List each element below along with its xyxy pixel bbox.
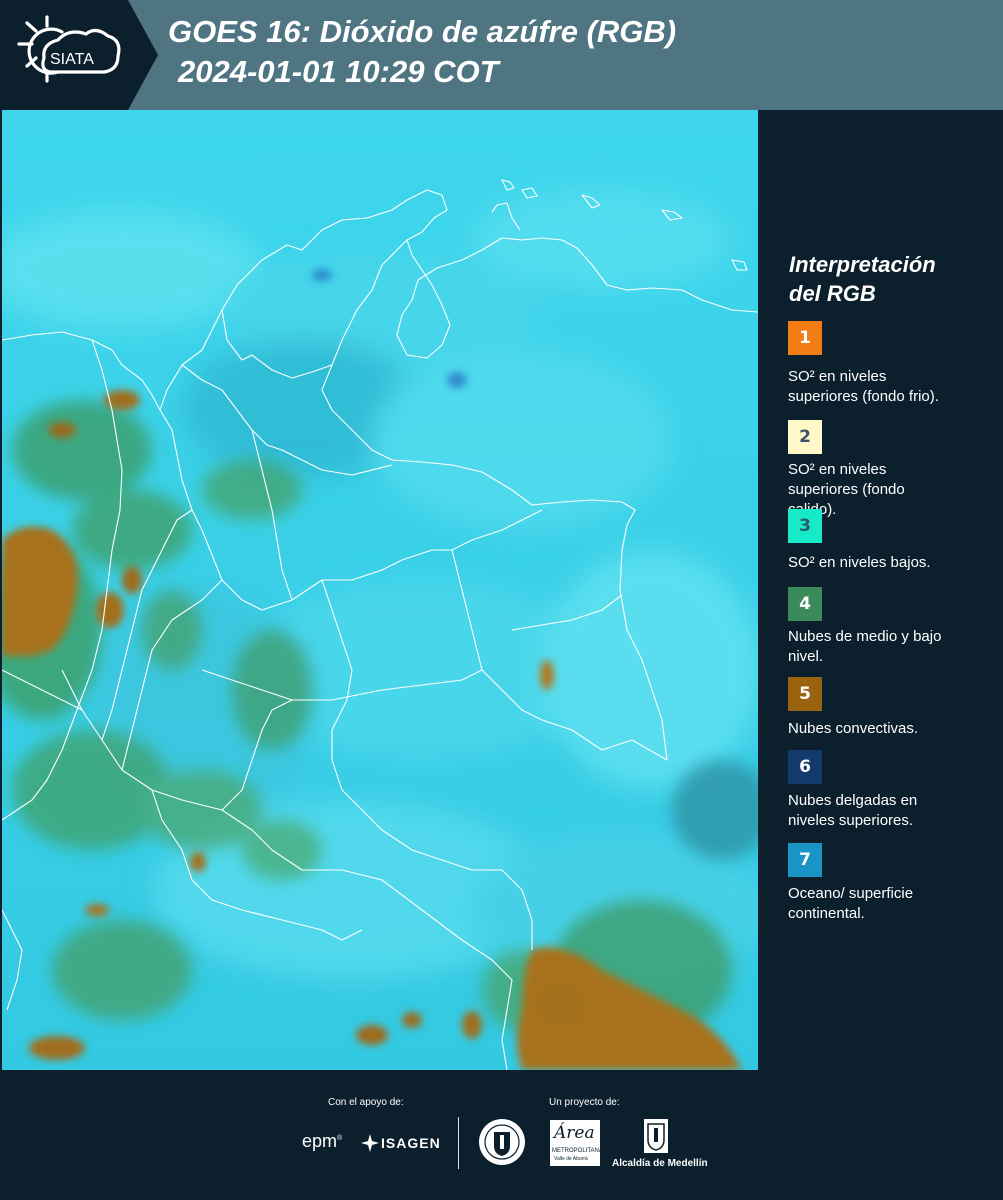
- legend-title-line2: del RGB: [789, 281, 876, 306]
- legend-title-line1: Interpretación: [789, 252, 936, 277]
- footer: Con el apoyo de: Un proyecto de: epm® IS…: [0, 1070, 1003, 1200]
- page-title: GOES 16: Dióxido de azúfre (RGB): [168, 14, 677, 49]
- legend-text-1: SO² en niveles superiores (fondo frio).: [788, 367, 978, 407]
- siata-sun-cloud-icon: SIATA: [17, 15, 121, 83]
- legend-text-line: superiores (fondo frio).: [788, 388, 939, 405]
- legend-swatch-2: 2: [788, 420, 822, 454]
- area-metropolitana-logo: Área METROPOLITANA Valle de Aburrá: [550, 1120, 603, 1166]
- logo-arrow-shape: [128, 0, 158, 110]
- legend-number: 3: [799, 516, 811, 536]
- legend-text-line: Oceano/ superficie: [788, 885, 914, 902]
- legend-swatch-3: 3: [788, 509, 822, 543]
- legend-text-6: Nubes delgadas en niveles superiores.: [788, 791, 978, 831]
- legend-text-4: Nubes de medio y bajo nivel.: [788, 627, 978, 667]
- siata-logo: SIATA: [0, 0, 128, 110]
- legend-number: 2: [799, 427, 811, 447]
- legend-text-3: SO² en niveles bajos.: [788, 553, 978, 573]
- isagen-star-icon: [360, 1133, 380, 1153]
- satellite-rgb-map: [2, 110, 758, 1070]
- support-label: Con el apoyo de:: [328, 1097, 404, 1108]
- epm-logo-text: epm: [302, 1131, 338, 1151]
- legend-title: Interpretación del RGB: [789, 250, 989, 308]
- area-logo-sub2: Valle de Aburrá: [554, 1156, 588, 1162]
- legend-text-line: SO² en niveles: [788, 461, 887, 478]
- legend-text-line: SO² en niveles: [788, 368, 887, 385]
- siata-logo-text: SIATA: [50, 51, 94, 68]
- legend-number: 6: [799, 757, 811, 777]
- area-logo-text: Área: [554, 1123, 595, 1143]
- legend-panel: Interpretación del RGB 1 SO² en niveles su…: [760, 110, 1003, 1070]
- project-label: Un proyecto de:: [549, 1097, 620, 1108]
- legend-number: 4: [799, 594, 811, 614]
- page-timestamp: 2024-01-01 10:29 COT: [178, 54, 499, 89]
- isagen-logo-text: ISAGEN: [381, 1135, 441, 1151]
- epm-logo: epm®: [302, 1131, 343, 1151]
- legend-text-line: superiores (fondo: [788, 481, 905, 498]
- footer-divider: [458, 1117, 459, 1169]
- legend-number: 1: [799, 328, 811, 348]
- legend-text-line: Nubes convectivas.: [788, 720, 919, 737]
- legend-swatch-7: 7: [788, 843, 822, 877]
- legend-swatch-1: 1: [788, 321, 822, 355]
- legend-number: 7: [799, 850, 811, 870]
- satellite-image: [2, 110, 758, 1070]
- legend-text-line: niveles superiores.: [788, 812, 914, 829]
- legend-swatch-6: 6: [788, 750, 822, 784]
- medellin-seal-icon: [478, 1118, 526, 1166]
- legend-number: 5: [799, 684, 811, 704]
- alcaldia-logo-text: Alcaldía de Medellín: [612, 1158, 708, 1169]
- legend-text-7: Oceano/ superficie continental.: [788, 884, 978, 924]
- legend-swatch-5: 5: [788, 677, 822, 711]
- legend-text-line: continental.: [788, 905, 865, 922]
- legend-text-line: nivel.: [788, 648, 824, 665]
- header: SIATA GOES 16: Dióxido de azúfre (RGB) 2…: [0, 0, 1003, 110]
- legend-swatch-4: 4: [788, 587, 822, 621]
- area-logo-sub1: METROPOLITANA: [552, 1148, 603, 1154]
- legend-text-5: Nubes convectivas.: [788, 719, 978, 739]
- legend-text-line: Nubes delgadas en: [788, 792, 918, 809]
- legend-text-line: Nubes de medio y bajo: [788, 628, 942, 645]
- alcaldia-coat-of-arms-icon: [643, 1118, 669, 1154]
- legend-text-line: SO² en niveles bajos.: [788, 554, 931, 571]
